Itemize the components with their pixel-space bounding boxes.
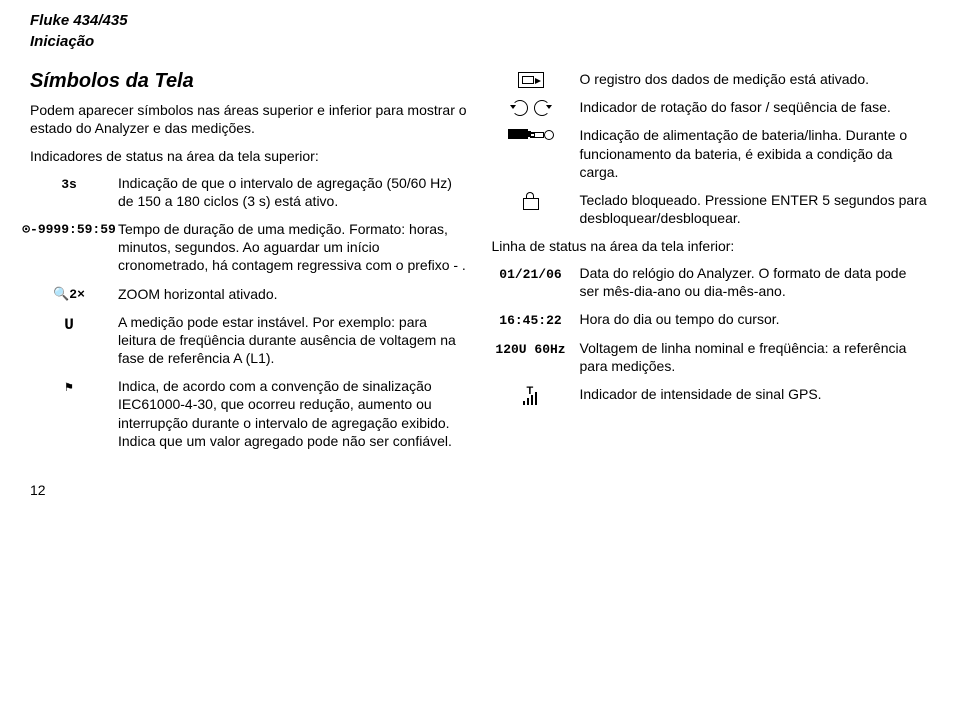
bottom-status-subhead: Linha de status na área da tela inferior… [492,237,930,255]
right-column: O registro dos dados de medição está ati… [492,70,930,460]
indicator-row: Indicador de rotação do fasor / seqüênci… [492,98,930,116]
indicator-row: 🔍2× ZOOM horizontal ativado. [30,285,468,303]
duration-timer-symbol: ⊙-9999:59:59 [22,222,116,237]
indicator-row: ⊙-9999:59:59 Tempo de duração de uma med… [30,220,468,275]
indicator-row: 3s Indicação de que o intervalo de agreg… [30,174,468,210]
indicator-desc: O registro dos dados de medição está ati… [580,70,930,88]
indicator-row: 01/21/06 Data do relógio do Analyzer. O … [492,264,930,300]
battery-line-power-icon [508,128,554,140]
indicator-row: 16:45:22 Hora do dia ou tempo do cursor. [492,310,930,329]
indicator-desc: Teclado bloqueado. Pressione ENTER 5 seg… [580,191,930,227]
indicator-row: ⚑ Indica, de acordo com a convenção de s… [30,377,468,450]
indicator-desc: Hora do dia ou tempo do cursor. [580,310,930,328]
intro-text: Podem aparecer símbolos nas áreas superi… [30,101,468,137]
indicator-row: Teclado bloqueado. Pressione ENTER 5 seg… [492,191,930,227]
clock-date-symbol: 01/21/06 [496,266,564,283]
indicator-desc: Indicador de rotação do fasor / seqüênci… [580,98,930,116]
indicator-row: 120U 60Hz Voltagem de linha nominal e fr… [492,339,930,375]
unstable-u-symbol: U [61,315,77,335]
indicator-desc: Voltagem de linha nominal e freqüência: … [580,339,930,375]
page-number: 12 [30,482,929,498]
flag-symbol: ⚑ [62,379,76,396]
phasor-rotation-icon [512,100,550,116]
clock-time-symbol: 16:45:22 [496,312,564,329]
aggregation-3s-symbol: 3s [58,176,80,193]
indicator-row: Indicação de alimentação de bateria/linh… [492,126,930,181]
indicator-row: U A medição pode estar instável. Por exe… [30,313,468,368]
indicator-row: O registro dos dados de medição está ati… [492,70,930,88]
top-indicators-subhead: Indicadores de status na área da tela su… [30,147,468,165]
left-column: Símbolos da Tela Podem aparecer símbolos… [30,70,468,460]
gps-signal-icon [523,387,539,405]
keyboard-locked-icon [523,198,539,210]
indicator-desc: Indicação de que o intervalo de agregaçã… [118,174,468,210]
indicator-desc: A medição pode estar instável. Por exemp… [118,313,468,368]
indicator-row: Indicador de intensidade de sinal GPS. [492,385,930,405]
indicator-desc: Indicador de intensidade de sinal GPS. [580,385,930,403]
indicator-desc: Tempo de duração de uma medição. Formato… [118,220,468,275]
zoom-2x-symbol: 🔍2× [53,287,85,302]
indicator-desc: Indica, de acordo com a convenção de sin… [118,377,468,450]
indicator-desc: ZOOM horizontal ativado. [118,285,468,303]
recording-active-icon [518,72,544,88]
indicator-desc: Data do relógio do Analyzer. O formato d… [580,264,930,300]
product-line: Fluke 434/435 [30,10,929,31]
voltage-freq-symbol: 120U 60Hz [492,341,568,358]
indicator-desc: Indicação de alimentação de bateria/linh… [580,126,930,181]
section-title: Símbolos da Tela [30,70,468,93]
header-subtitle: Iniciação [30,31,929,52]
